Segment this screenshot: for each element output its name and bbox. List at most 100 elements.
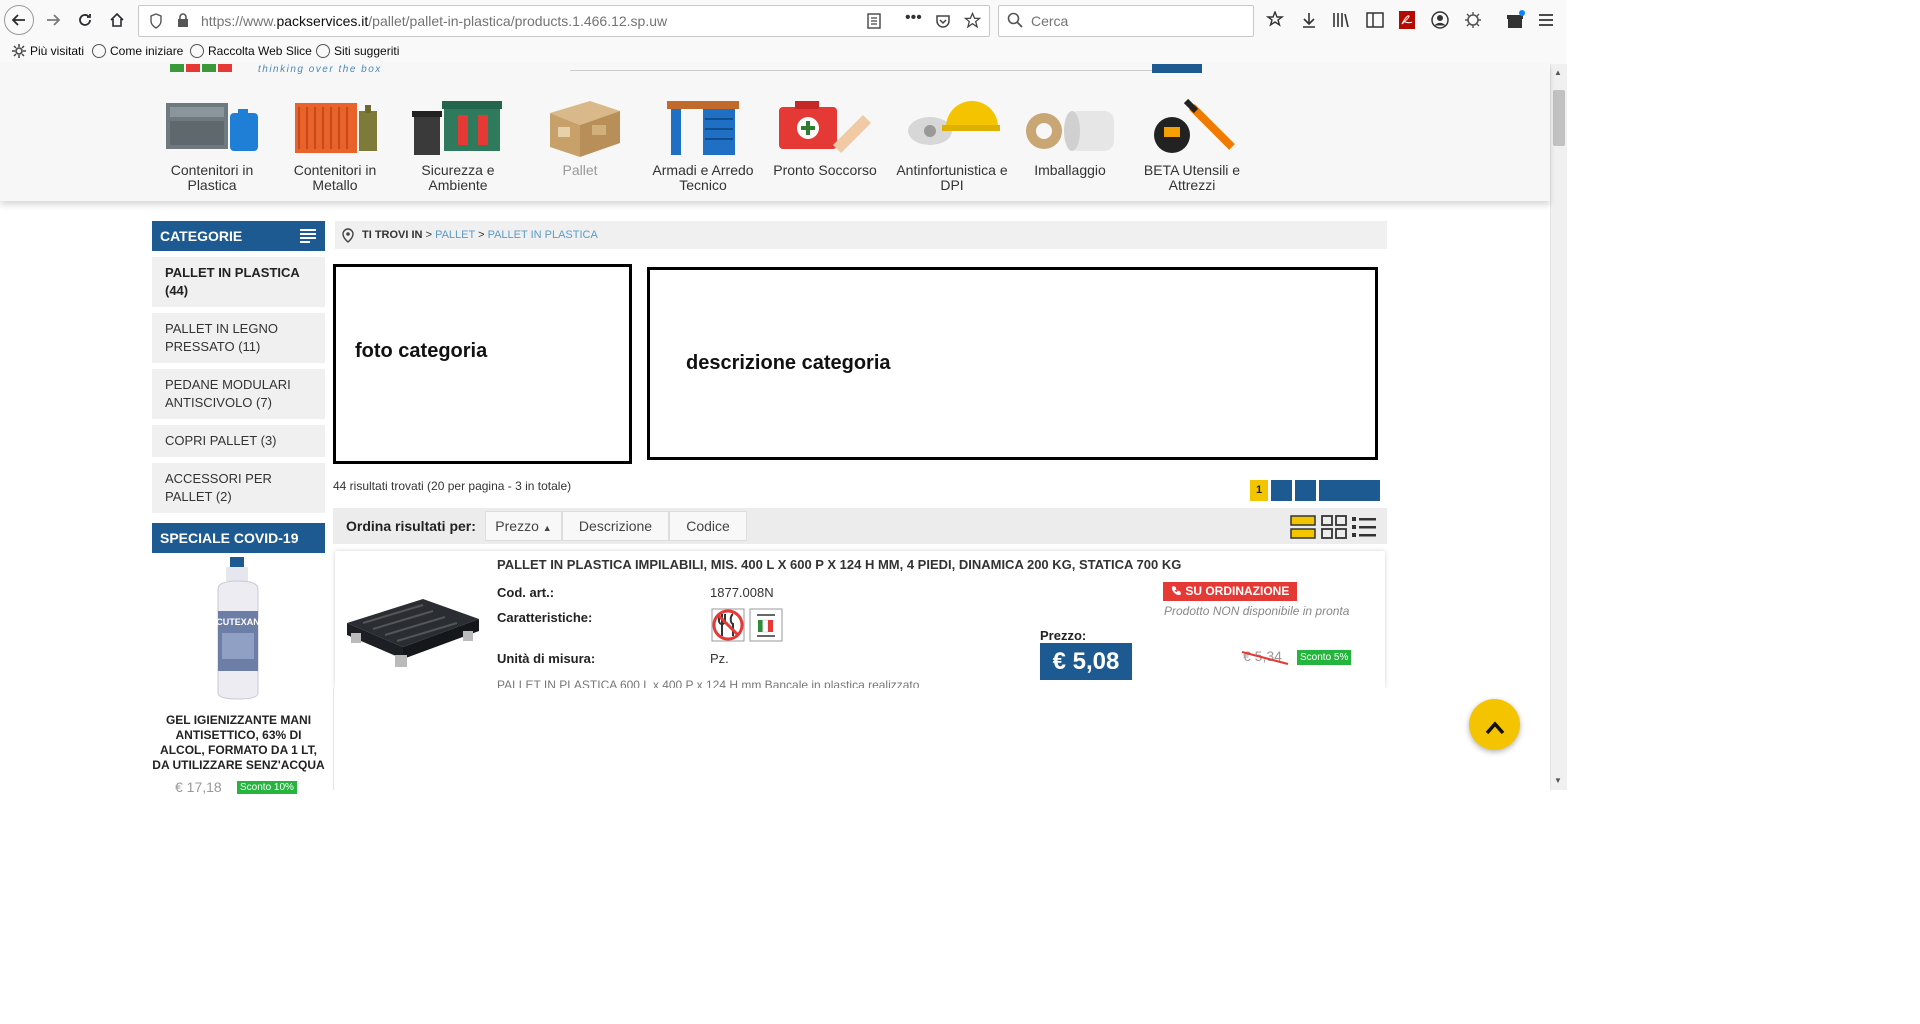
bookmark-label: Siti suggeriti xyxy=(334,44,400,58)
bookmark-suggested-sites[interactable]: Siti suggeriti xyxy=(316,44,399,58)
category-image xyxy=(902,97,1002,159)
page-actions-icon[interactable]: ••• xyxy=(905,9,922,27)
back-button[interactable] xyxy=(4,5,34,35)
sidebar-toggle-icon[interactable] xyxy=(1366,11,1384,29)
product-image[interactable] xyxy=(343,589,483,669)
breadcrumb-link-pallet[interactable]: PALLET xyxy=(435,229,475,241)
sidebar-item-plastic-pallets[interactable]: PALLET IN PLASTICA (44) xyxy=(152,257,325,307)
category-packaging[interactable]: Imballaggio xyxy=(1009,97,1131,178)
sidebar-item-pallet-covers[interactable]: COPRI PALLET (3) xyxy=(152,425,325,457)
page-button[interactable] xyxy=(1271,480,1292,501)
bookmark-label: Più visitati xyxy=(30,44,85,58)
browser-chrome: https://www.packservices.it/pallet/palle… xyxy=(0,0,1566,65)
made-in-italy-icon xyxy=(749,608,783,642)
category-label: BETA Utensili e Attrezzi xyxy=(1143,162,1241,193)
bookmark-most-visited[interactable]: Più visitati xyxy=(12,44,84,58)
category-beta-tools[interactable]: BETA Utensili e Attrezzi xyxy=(1131,97,1253,193)
category-photo-box: foto categoria xyxy=(333,264,632,464)
breadcrumb-link-plastic-pallets[interactable]: PALLET IN PLASTICA xyxy=(488,229,598,241)
order-badge-label: SU ORDINAZIONE xyxy=(1185,584,1290,598)
library-icon[interactable] xyxy=(1332,11,1350,29)
sidebar-item-modular-platforms[interactable]: PEDANE MODULARI ANTISCIVOLO (7) xyxy=(152,369,325,419)
page-scrollbar[interactable]: ▲ ▼ xyxy=(1550,64,1567,790)
category-description-box: descrizione categoria xyxy=(647,267,1378,460)
page-current[interactable]: 1 xyxy=(1250,480,1268,501)
breadcrumb-text: TI TROVI IN > PALLET > PALLET IN PLASTIC… xyxy=(362,221,598,249)
sort-bar: Ordina risultati per: Prezzo ▲ Descrizio… xyxy=(333,508,1387,544)
list-icon[interactable] xyxy=(300,229,316,243)
pdf-icon[interactable] xyxy=(1398,10,1416,30)
category-first-aid[interactable]: Pronto Soccorso xyxy=(764,97,886,178)
view-large-icon[interactable] xyxy=(1290,515,1316,539)
bookmark-label: Come iniziare xyxy=(110,44,184,58)
sort-by-description[interactable]: Descrizione xyxy=(562,511,669,541)
scroll-thumb[interactable] xyxy=(1553,90,1565,146)
site-search-button[interactable] xyxy=(1152,64,1202,73)
extension-icon[interactable] xyxy=(1464,11,1482,29)
reload-button[interactable] xyxy=(70,5,100,35)
bookmarks-toolbar: Più visitati Come iniziare Raccolta Web … xyxy=(0,40,1566,64)
category-label: Pallet xyxy=(562,162,598,178)
category-label: Armadi e Arredo Tecnico xyxy=(652,162,754,193)
sort-by-code[interactable]: Codice xyxy=(669,511,747,541)
category-plastic-containers[interactable]: Contenitori in Plastica xyxy=(151,97,273,193)
lock-icon[interactable] xyxy=(177,13,189,27)
sort-label: Ordina risultati per: xyxy=(346,518,476,534)
categories-header[interactable]: CATEGORIE xyxy=(152,221,325,251)
sort-up-icon: ▲ xyxy=(542,523,552,533)
star-list-icon[interactable] xyxy=(1266,11,1284,29)
globe-icon xyxy=(316,44,330,58)
promo-product-title[interactable]: GEL IGIENIZZANTE MANI ANTISETTICO, 63% D… xyxy=(152,713,325,773)
menu-icon[interactable] xyxy=(1538,12,1554,28)
category-metal-containers[interactable]: Contenitori in Metallo xyxy=(274,97,396,193)
url-prefix: https://www. xyxy=(201,13,277,29)
search-icon xyxy=(1007,12,1023,28)
sidebar-item-pressed-wood-pallets[interactable]: PALLET IN LEGNO PRESSATO (11) xyxy=(152,313,325,363)
old-price: € 5,34 xyxy=(1241,648,1289,665)
category-cabinets[interactable]: Armadi e Arredo Tecnico xyxy=(642,97,764,193)
category-photo-label: foto categoria xyxy=(355,340,488,362)
category-safety-environment[interactable]: Sicurezza e Ambiente xyxy=(397,97,519,193)
promo-product-image[interactable]: CUTEXAN xyxy=(152,553,325,703)
forward-button[interactable] xyxy=(38,5,68,35)
category-ppe[interactable]: Antinfortunistica e DPI xyxy=(891,97,1013,193)
logo[interactable]: thinking over the box xyxy=(170,64,410,76)
shield-icon[interactable] xyxy=(149,13,163,29)
category-description-label: descrizione categoria xyxy=(686,352,891,374)
sidebar-item-pallet-accessories[interactable]: ACCESSORI PER PALLET (2) xyxy=(152,463,325,513)
category-label: Antinfortunistica e DPI xyxy=(896,162,1008,193)
page-button[interactable] xyxy=(1295,480,1316,501)
search-bar[interactable]: Cerca xyxy=(998,5,1254,37)
category-image xyxy=(775,97,875,159)
site-header: thinking over the box Contenitori in Pla… xyxy=(0,64,1550,201)
page-next-button[interactable] xyxy=(1319,480,1380,501)
site-search-input[interactable] xyxy=(570,70,1152,71)
view-list-icon[interactable] xyxy=(1351,515,1377,539)
gift-icon[interactable] xyxy=(1506,10,1526,30)
covid-header[interactable]: SPECIALE COVID-19 xyxy=(152,523,325,553)
code-label: Cod. art.: xyxy=(497,585,555,600)
price-label: Prezzo: xyxy=(1040,628,1087,643)
product-title[interactable]: PALLET IN PLASTICA IMPILABILI, MIS. 400 … xyxy=(497,557,1181,572)
bookmark-getting-started[interactable]: Come iniziare xyxy=(92,44,183,58)
scroll-up-icon[interactable]: ▲ xyxy=(1554,68,1562,77)
url-text[interactable]: https://www.packservices.it/pallet/palle… xyxy=(201,13,667,29)
download-icon[interactable] xyxy=(1300,11,1318,29)
account-icon[interactable] xyxy=(1431,11,1449,29)
order-badge: SU ORDINAZIONE xyxy=(1163,582,1298,601)
arrow-right-icon xyxy=(47,14,61,26)
star-icon[interactable] xyxy=(964,12,981,29)
scroll-down-icon[interactable]: ▼ xyxy=(1554,776,1562,785)
breadcrumb: TI TROVI IN > PALLET > PALLET IN PLASTIC… xyxy=(335,221,1387,249)
address-bar[interactable]: https://www.packservices.it/pallet/palle… xyxy=(138,5,990,37)
scroll-to-top-button[interactable] xyxy=(1469,699,1520,750)
product-description: PALLET IN PLASTICA 600 L x 400 P x 124 H… xyxy=(497,678,920,688)
view-grid-icon[interactable] xyxy=(1321,515,1347,539)
globe-icon xyxy=(92,44,106,58)
home-button[interactable] xyxy=(102,5,132,35)
category-pallet[interactable]: Pallet xyxy=(519,97,641,178)
bookmark-web-slice[interactable]: Raccolta Web Slice xyxy=(190,44,312,58)
pocket-icon[interactable] xyxy=(935,13,951,29)
sort-by-price[interactable]: Prezzo ▲ xyxy=(485,511,562,541)
reader-view-icon[interactable] xyxy=(867,13,881,29)
